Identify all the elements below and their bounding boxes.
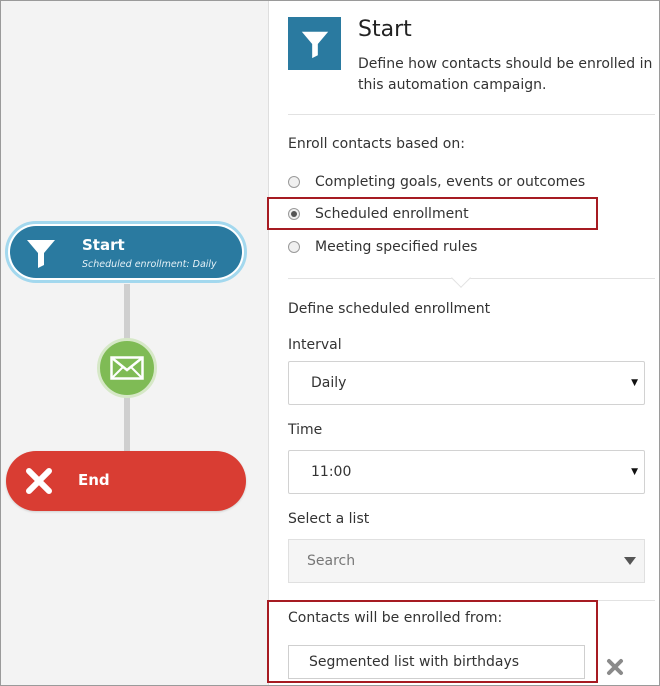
divider	[288, 278, 655, 279]
radio-label: Completing goals, events or outcomes	[315, 174, 586, 190]
list-search-select[interactable]: Search	[288, 539, 645, 583]
connector-line	[124, 284, 130, 341]
schedule-heading: Define scheduled enrollment	[288, 301, 491, 317]
funnel-icon	[27, 240, 55, 268]
enroll-label: Enroll contacts based on:	[288, 136, 465, 152]
radio-button[interactable]	[288, 241, 300, 253]
start-node-subtitle: Scheduled enrollment: Daily	[82, 259, 217, 270]
divider	[288, 600, 655, 601]
close-icon	[26, 468, 52, 494]
enrolled-from-label: Contacts will be enrolled from:	[288, 610, 503, 626]
start-node[interactable]: Start Scheduled enrollment: Daily	[5, 221, 247, 283]
list-label: Select a list	[288, 511, 370, 527]
dropdown-caret-icon: ▼	[631, 467, 638, 477]
end-node-title: End	[78, 471, 110, 489]
interval-value: Daily	[311, 375, 347, 391]
panel-title: Start	[358, 17, 412, 42]
section-pointer	[451, 268, 471, 288]
remove-list-icon[interactable]	[606, 658, 624, 676]
properties-panel: Start Define how contacts should be enro…	[267, 1, 659, 685]
workflow-canvas: Start Scheduled enrollment: Daily End	[1, 1, 269, 685]
connector-line	[124, 397, 130, 453]
end-node[interactable]: End	[6, 451, 246, 511]
start-node-body[interactable]: Start Scheduled enrollment: Daily	[10, 226, 242, 278]
panel-header-icon	[288, 17, 341, 70]
email-step-node[interactable]	[97, 338, 157, 398]
time-select[interactable]: 11:00 ▼	[288, 450, 645, 494]
list-search-placeholder: Search	[307, 553, 356, 569]
funnel-icon	[301, 31, 328, 58]
enrolled-list-value: Segmented list with birthdays	[309, 654, 520, 670]
time-value: 11:00	[311, 464, 352, 480]
start-node-title: Start	[82, 236, 125, 254]
time-label: Time	[288, 422, 323, 438]
panel-description: Define how contacts should be enrolled i…	[358, 56, 653, 93]
radio-label: Scheduled enrollment	[315, 206, 469, 222]
radio-label: Meeting specified rules	[315, 239, 478, 255]
dropdown-caret-icon	[624, 557, 636, 565]
radio-button[interactable]	[288, 208, 300, 220]
interval-select[interactable]: Daily ▼	[288, 361, 645, 405]
enrolled-list-field[interactable]: Segmented list with birthdays	[288, 645, 585, 679]
divider	[288, 114, 655, 115]
radio-scheduled-enrollment[interactable]: Scheduled enrollment	[288, 203, 469, 225]
radio-meeting-rules[interactable]: Meeting specified rules	[288, 236, 477, 258]
dropdown-caret-icon: ▼	[631, 378, 638, 388]
envelope-icon	[110, 356, 144, 380]
radio-completing-goals[interactable]: Completing goals, events or outcomes	[288, 171, 585, 193]
interval-label: Interval	[288, 337, 342, 353]
radio-button[interactable]	[288, 176, 300, 188]
